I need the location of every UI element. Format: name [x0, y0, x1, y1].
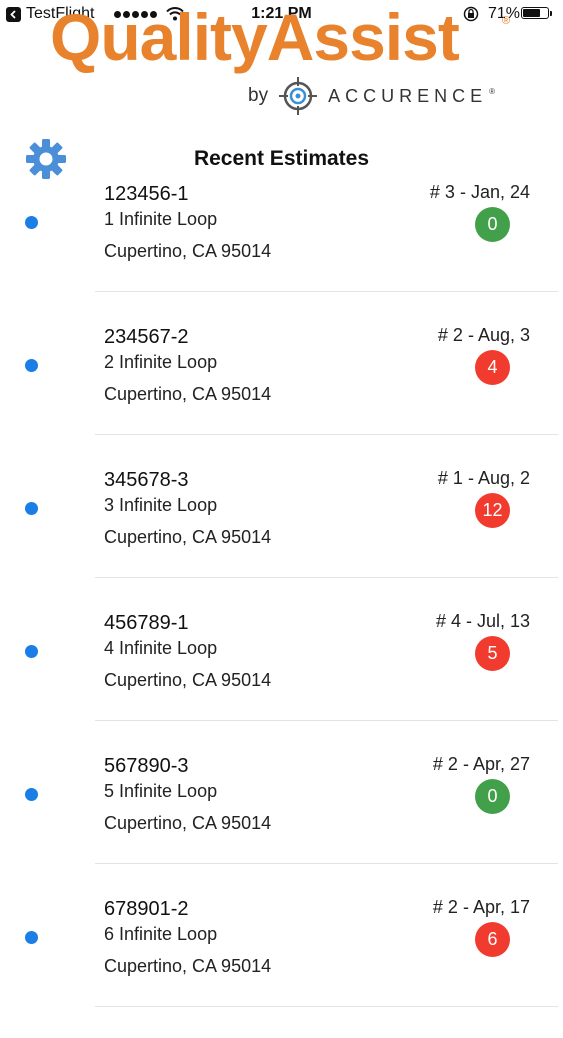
estimates-list: 123456-1 1 Infinite Loop Cupertino, CA 9… — [0, 180, 563, 1038]
estimate-id: 456789-1 — [104, 612, 189, 634]
estimate-address-line2: Cupertino, CA 95014 — [104, 813, 272, 833]
estimate-address-line2: Cupertino, CA 95014 — [104, 384, 272, 404]
row-divider — [95, 863, 558, 864]
estimate-row[interactable]: 567890-3 5 Infinite Loop Cupertino, CA 9… — [0, 752, 563, 895]
byline-by: by — [248, 85, 269, 106]
estimate-address-line1: 5 Infinite Loop — [104, 781, 218, 801]
unread-dot-icon — [25, 502, 38, 515]
estimate-meta: # 4 - Jul, 13 — [435, 611, 530, 631]
issue-count-badge: 0 — [475, 779, 510, 814]
estimate-address-line1: 3 Infinite Loop — [104, 495, 218, 515]
unread-dot-icon — [25, 359, 38, 372]
issue-count-badge: 12 — [475, 493, 510, 528]
rotation-lock-icon — [463, 6, 479, 22]
issue-count-badge: 0 — [475, 207, 510, 242]
estimate-address-line2: Cupertino, CA 95014 — [104, 527, 272, 547]
row-divider — [95, 577, 558, 578]
company-byline: by ACCURENCE ® — [248, 76, 495, 116]
estimate-id: 234567-2 — [104, 326, 189, 348]
estimate-id: 123456-1 — [104, 183, 189, 205]
row-divider — [95, 720, 558, 721]
crosshair-logo-icon — [279, 77, 318, 115]
row-divider — [95, 291, 558, 292]
estimate-address-line1: 6 Infinite Loop — [104, 924, 218, 944]
estimate-id: 345678-3 — [104, 469, 189, 491]
estimate-address-line1: 1 Infinite Loop — [104, 209, 218, 229]
issue-count-badge: 4 — [475, 350, 510, 385]
issue-count-badge: 5 — [475, 636, 510, 671]
unread-dot-icon — [25, 931, 38, 944]
estimate-address-line2: Cupertino, CA 95014 — [104, 670, 272, 690]
estimate-id: 567890-3 — [104, 755, 189, 777]
byline-registered-mark: ® — [489, 86, 495, 96]
estimate-row[interactable]: 345678-3 3 Infinite Loop Cupertino, CA 9… — [0, 466, 563, 609]
unread-dot-icon — [25, 645, 38, 658]
estimate-meta: # 2 - Aug, 3 — [437, 325, 530, 345]
estimate-meta: # 2 - Apr, 27 — [432, 754, 530, 774]
battery-icon — [521, 7, 552, 19]
unread-dot-icon — [25, 788, 38, 801]
byline-company: ACCURENCE — [328, 85, 488, 106]
estimate-id: 678901-2 — [104, 898, 189, 920]
issue-count-badge: 6 — [475, 922, 510, 957]
logo-registered-mark: ® — [502, 15, 511, 27]
app-logo-wordmark: QualityAssist — [50, 0, 460, 74]
row-divider — [95, 434, 558, 435]
page-title: Recent Estimates — [193, 147, 370, 170]
row-divider — [95, 1006, 558, 1007]
estimate-address-line2: Cupertino, CA 95014 — [104, 956, 272, 976]
estimate-row[interactable]: 456789-1 4 Infinite Loop Cupertino, CA 9… — [0, 609, 563, 752]
estimate-row[interactable]: 678901-2 6 Infinite Loop Cupertino, CA 9… — [0, 895, 563, 1038]
estimate-meta: # 2 - Apr, 17 — [432, 897, 530, 917]
estimate-meta: # 3 - Jan, 24 — [429, 182, 530, 202]
estimate-row[interactable]: 123456-1 1 Infinite Loop Cupertino, CA 9… — [0, 180, 563, 323]
estimate-meta: # 1 - Aug, 2 — [437, 468, 530, 488]
estimate-address-line1: 4 Infinite Loop — [104, 638, 218, 658]
estimate-row[interactable]: 234567-2 2 Infinite Loop Cupertino, CA 9… — [0, 323, 563, 466]
unread-dot-icon — [25, 216, 38, 229]
estimate-address-line2: Cupertino, CA 95014 — [104, 241, 272, 261]
estimate-address-line1: 2 Infinite Loop — [104, 352, 218, 372]
